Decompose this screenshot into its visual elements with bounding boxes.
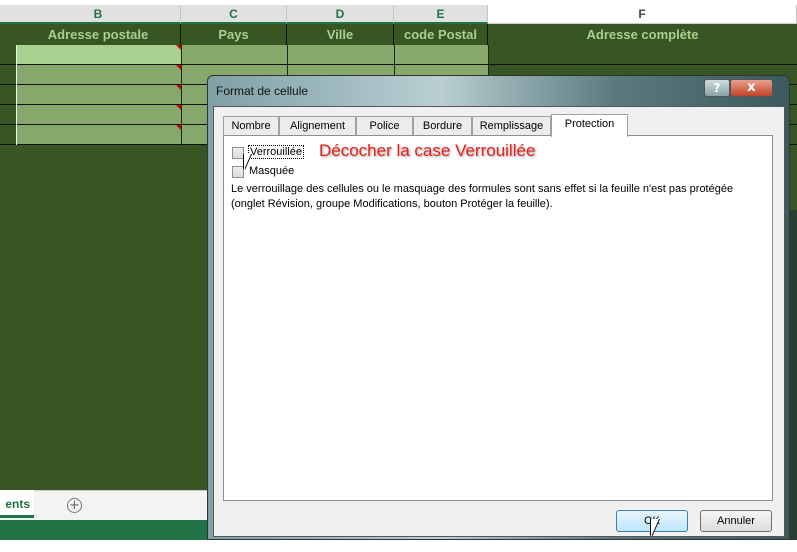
header-cell-adresse[interactable]: Adresse postale [16,24,181,45]
row-header-corner [0,5,16,24]
cell[interactable] [17,85,182,105]
cell[interactable] [17,125,182,145]
column-header-d[interactable]: D [287,5,394,24]
column-header-b[interactable]: B [16,5,181,24]
cell[interactable] [17,105,182,125]
cell[interactable] [17,45,182,65]
info-text-1: Le verrouillage des cellules ou le masqu… [231,183,734,195]
tab-police[interactable]: Police [356,116,413,136]
cell[interactable] [17,65,182,85]
mouse-cursor-icon [244,154,251,170]
add-sheet-icon[interactable]: + [67,498,82,513]
tab-bordure[interactable]: Bordure [413,116,472,136]
dialog-title: Format de cellule [216,84,309,98]
tab-protection[interactable]: Protection [551,114,628,137]
cell[interactable] [182,45,288,65]
header-cell-ville[interactable]: Ville [287,24,394,45]
mouse-cursor-icon [651,519,659,537]
column-header-f[interactable]: F [488,5,797,24]
comment-indicator-icon [176,65,181,70]
annotation-text: Décocher la case Verrouillée [319,141,536,160]
sheet-tab[interactable]: ents [0,490,34,518]
cell[interactable] [288,45,395,65]
info-text-2: (onglet Révision, groupe Modifications, … [231,198,553,210]
comment-indicator-icon [176,45,181,50]
locked-label[interactable]: Verrouillée [248,145,304,159]
locked-checkbox[interactable] [232,147,244,159]
cell[interactable] [395,45,489,65]
protection-panel: Verrouillée Décocher la case Verrouillée… [223,135,773,501]
header-cell-code-postal[interactable]: code Postal [394,24,488,45]
comment-indicator-icon [176,125,181,130]
column-header-c[interactable]: C [181,5,287,24]
column-header-e[interactable]: E [394,5,488,24]
tab-alignement[interactable]: Alignement [279,116,356,136]
header-cell-adresse-complete[interactable]: Adresse complète [488,24,797,45]
comment-indicator-icon [176,105,181,110]
dialog-body: Nombre Alignement Police Bordure Remplissage… [213,106,785,537]
hidden-label[interactable]: Masquée [249,165,294,177]
format-cells-dialog: Format de cellule ? x Nombre Alignement Po… [207,75,790,540]
cancel-button[interactable]: Annuler [700,510,772,532]
close-button[interactable]: x [730,79,773,97]
help-button[interactable]: ? [704,79,730,97]
tab-remplissage[interactable]: Remplissage [472,116,551,136]
comment-indicator-icon [176,85,181,90]
hidden-checkbox[interactable] [232,166,244,178]
tab-nombre[interactable]: Nombre [223,116,279,136]
header-cell-pays[interactable]: Pays [181,24,287,45]
